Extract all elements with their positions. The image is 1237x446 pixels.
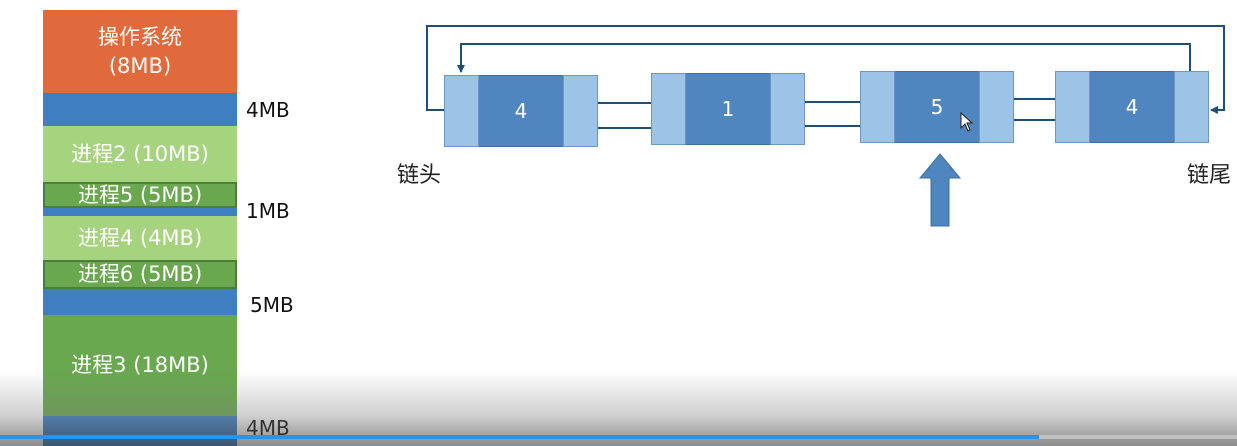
tail-label: 链尾	[1187, 163, 1232, 188]
list-node: 4	[444, 75, 598, 147]
next-pointer-cell	[1174, 71, 1209, 143]
next-pointer-cell	[979, 71, 1014, 143]
node-value: 4	[479, 75, 563, 147]
prev-pointer-cell	[860, 71, 895, 143]
next-pointer-cell	[563, 75, 598, 147]
list-node: 1	[651, 73, 805, 145]
current-pointer-arrow	[918, 153, 962, 227]
list-node: 4	[1055, 71, 1209, 143]
prev-pointer-cell	[651, 73, 686, 145]
prev-pointer-cell	[444, 75, 479, 147]
prev-pointer-cell	[1055, 71, 1090, 143]
next-pointer-cell	[770, 73, 805, 145]
video-progress-fill	[0, 435, 1040, 439]
mouse-cursor-icon	[960, 112, 974, 132]
node-value: 1	[686, 73, 770, 145]
list-connectors	[426, 25, 1225, 227]
head-label: 链头	[397, 163, 442, 188]
video-progress-bar[interactable]	[0, 435, 1237, 439]
node-value: 5	[895, 71, 979, 143]
node-value: 4	[1090, 71, 1174, 143]
tail-to-head-loop	[457, 43, 1191, 73]
diagram-canvas: 操作系统 (8MB) 进程2 (10MB) 进程5 (5MB) 进程4 (4MB…	[0, 0, 1237, 446]
list-node: 5	[860, 71, 1014, 143]
